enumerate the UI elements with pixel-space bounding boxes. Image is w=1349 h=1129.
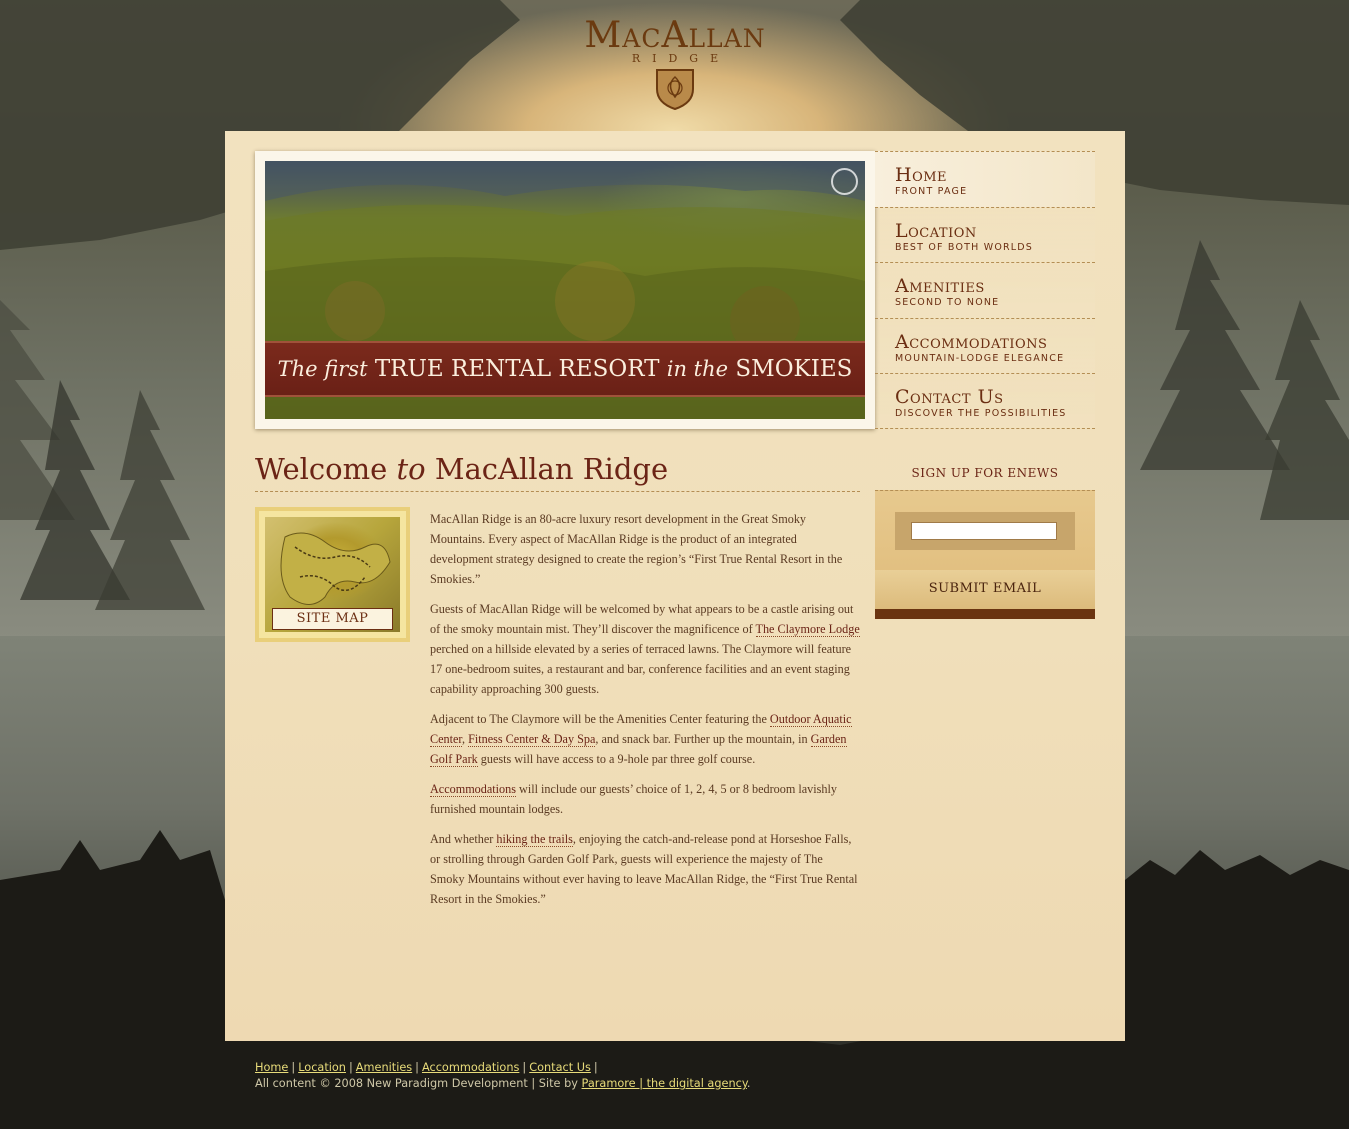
hiking-trails-link[interactable]: hiking the trails: [496, 832, 573, 847]
paragraph: Accommodations will include our guests’ …: [430, 779, 860, 819]
hero-slideshow: The first TRUE RENTAL RESORT in the SMOK…: [255, 151, 875, 429]
enews-input-wrapper: [895, 512, 1075, 550]
paragraph-text: And whether: [430, 832, 497, 846]
footer-link-amenities[interactable]: Amenities: [356, 1061, 412, 1074]
footer-link-location[interactable]: Location: [298, 1061, 346, 1074]
nav-title: Amenities: [895, 275, 985, 297]
paragraph-text: guests will have access to a 9-hole par …: [477, 752, 756, 766]
copyright-period: .: [746, 1077, 751, 1090]
nav-subtitle: Discover the Possibilities: [895, 408, 1067, 419]
paragraph: And whether hiking the trails, enjoying …: [430, 829, 860, 909]
nav-item-contact-us[interactable]: Contact Us Discover the Possibilities: [875, 373, 1095, 429]
site-map-label: Site Map: [272, 608, 393, 630]
title-welcome: Welcome: [255, 452, 388, 486]
enews-heading: Sign up for eNews: [911, 466, 1059, 480]
nav-item-home[interactable]: Home Front Page: [875, 151, 1095, 207]
title-to: to: [396, 452, 426, 486]
footer-link-home[interactable]: Home: [255, 1061, 288, 1074]
nav-title: Home: [895, 164, 948, 186]
separator: |: [348, 1061, 353, 1074]
nav-subtitle: Second to None: [895, 297, 1000, 308]
paragraph: Adjacent to The Claymore will be the Ame…: [430, 709, 860, 769]
nav-item-location[interactable]: Location Best of Both Worlds: [875, 206, 1095, 262]
enews-form: [875, 490, 1095, 570]
hero-tagline-banner: The first TRUE RENTAL RESORT in the SMOK…: [265, 341, 865, 397]
intro-copy: MacAllan Ridge is an 80-acre luxury reso…: [430, 509, 860, 919]
tagline-end: SMOKIES: [735, 356, 853, 382]
paragraph-text: Adjacent to The Claymore will be the Ame…: [430, 712, 770, 726]
main-nav: Home Front Page Location Best of Both Wo…: [875, 151, 1095, 429]
nav-item-amenities[interactable]: Amenities Second to None: [875, 262, 1095, 318]
tagline-the-first: The first: [277, 357, 368, 381]
nav-title: Contact Us: [895, 386, 1004, 408]
fitness-spa-link[interactable]: Fitness Center & Day Spa: [468, 732, 596, 747]
submit-email-button[interactable]: Submit Email: [875, 570, 1095, 619]
hero-image: The first TRUE RENTAL RESORT in the SMOK…: [265, 161, 865, 419]
footer: Home | Location | Amenities | Accommodations | C…: [255, 1060, 1155, 1092]
claymore-lodge-link[interactable]: The Claymore Lodge: [755, 622, 860, 637]
tagline-in-the: in the: [666, 357, 729, 381]
footer-link-accommodations[interactable]: Accommodations: [422, 1061, 519, 1074]
copyright-text: All content © 2008 New Paradigm Developm…: [255, 1077, 582, 1090]
loading-spinner-icon: [831, 168, 858, 195]
separator: |: [415, 1061, 419, 1074]
footer-copyright: All content © 2008 New Paradigm Developm…: [255, 1076, 1155, 1092]
footer-links: Home | Location | Amenities | Accommodations | C…: [255, 1060, 1155, 1076]
crest-icon: [656, 69, 694, 111]
nav-subtitle: Best of Both Worlds: [895, 241, 1034, 253]
separator: |: [593, 1061, 598, 1074]
paragraph: Guests of MacAllan Ridge will be welcome…: [430, 599, 860, 699]
separator: |: [522, 1061, 527, 1074]
agency-link[interactable]: Paramore | the digital agency: [582, 1077, 747, 1090]
paragraph-text: , and snack bar. Further up the mountain…: [595, 732, 811, 746]
paragraph: MacAllan Ridge is an 80-acre luxury reso…: [430, 512, 843, 586]
nav-subtitle: Mountain-Lodge Elegance: [895, 352, 1065, 364]
page-title: Welcome to MacAllan Ridge: [255, 452, 860, 492]
nav-title: Accommodations: [895, 330, 1048, 353]
nav-subtitle: Front Page: [895, 186, 968, 197]
site-logo[interactable]: MacAllan RIDGE: [560, 14, 790, 111]
accommodations-link[interactable]: Accommodations: [430, 782, 516, 797]
site-map-thumbnail[interactable]: Site Map: [255, 507, 410, 642]
nav-item-accommodations[interactable]: Accommodations Mountain-Lodge Elegance: [875, 317, 1095, 373]
paragraph-text: perched on a hillside elevated by a seri…: [430, 642, 852, 696]
title-name: MacAllan Ridge: [434, 452, 669, 486]
tagline-main: TRUE RENTAL RESORT: [374, 356, 660, 382]
footer-link-contact-us[interactable]: Contact Us: [529, 1061, 591, 1074]
email-field[interactable]: [911, 522, 1057, 540]
separator: |: [291, 1061, 296, 1074]
nav-title: Location: [895, 219, 977, 242]
